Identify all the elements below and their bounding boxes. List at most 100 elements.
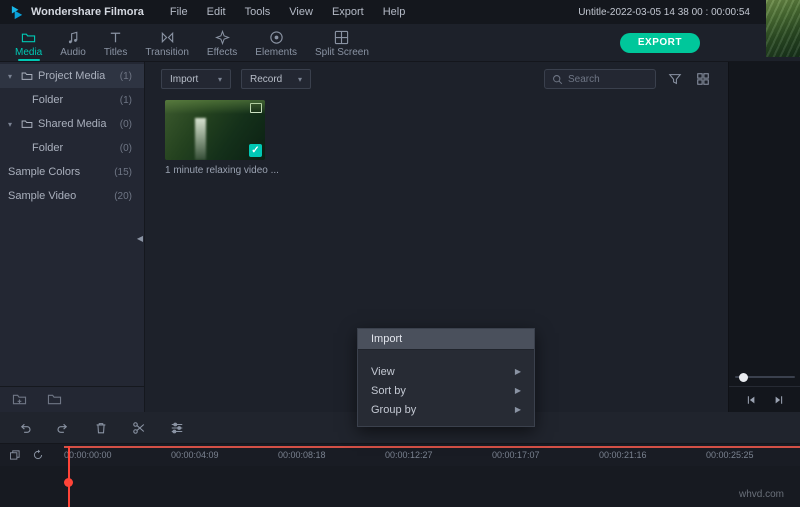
tab-titles[interactable]: Titles	[95, 24, 137, 62]
tab-elements[interactable]: Elements	[246, 24, 306, 62]
chevron-down-icon[interactable]: ▾	[8, 120, 16, 129]
sidebar-list: ▾ Project Media (1) Folder (1) ▾ S	[0, 62, 144, 386]
effects-icon	[215, 30, 230, 45]
titles-icon	[108, 30, 123, 45]
seek-slider-knob[interactable]	[739, 373, 748, 382]
delete-icon[interactable]	[94, 421, 108, 435]
selected-check-icon[interactable]: ✓	[249, 144, 262, 157]
new-folder-icon[interactable]	[12, 393, 27, 406]
filmora-app: Wondershare Filmora File Edit Tools View…	[0, 0, 800, 507]
tab-label: Elements	[255, 47, 297, 58]
playhead-handle[interactable]	[64, 478, 73, 487]
ruler-timestamp: 00:00:12:27	[385, 450, 433, 460]
timeline: 00:00:00:00 00:00:04:09 00:00:08:18 00:0…	[0, 444, 800, 507]
adjust-sliders-icon[interactable]	[170, 421, 184, 435]
chevron-down-icon: ▾	[218, 75, 222, 84]
tab-label: Effects	[207, 47, 237, 58]
import-dropdown-label: Import	[170, 74, 198, 85]
search-input[interactable]	[568, 74, 648, 85]
chevron-down-icon: ▾	[298, 75, 302, 84]
previous-frame-icon[interactable]	[745, 394, 757, 406]
grid-view-icon[interactable]	[694, 70, 712, 88]
delete-folder-icon[interactable]	[47, 393, 62, 406]
media-sidebar: ▾ Project Media (1) Folder (1) ▾ S	[0, 62, 145, 412]
sidebar-item-label: Folder	[32, 142, 63, 154]
sidebar-footer	[0, 386, 144, 412]
chevron-down-icon[interactable]: ▾	[8, 72, 16, 81]
ruler-timestamp: 00:00:04:09	[171, 450, 219, 460]
preview-seek-slider[interactable]	[735, 376, 795, 378]
menu-view[interactable]: View	[289, 6, 313, 18]
sidebar-item-folder-1[interactable]: Folder (1)	[0, 88, 144, 112]
item-count: (15)	[114, 167, 132, 178]
export-button[interactable]: EXPORT	[620, 33, 700, 53]
media-thumbnail[interactable]: ✓	[165, 100, 265, 160]
ruler-timestamp: 00:00:21:16	[599, 450, 647, 460]
record-dropdown[interactable]: Record ▾	[241, 69, 311, 89]
menu-file[interactable]: File	[170, 6, 188, 18]
ruler-timestamp: 00:00:00:00	[64, 450, 112, 460]
context-menu-item-import[interactable]: Import	[358, 329, 534, 350]
tab-label: Transition	[145, 47, 189, 58]
redo-icon[interactable]	[56, 421, 70, 435]
sidebar-item-sample-video[interactable]: Sample Video (20)	[0, 184, 144, 208]
sidebar-item-label: Project Media	[38, 70, 105, 82]
collapse-sidebar-icon[interactable]: ◀	[137, 234, 143, 243]
elements-icon	[269, 30, 284, 45]
sidebar-item-label: Sample Video	[8, 190, 76, 202]
media-type-badge-icon	[250, 103, 262, 113]
playhead[interactable]	[68, 446, 70, 507]
media-item-card[interactable]: ✓ 1 minute relaxing video ...	[165, 100, 269, 176]
titlebar: Wondershare Filmora File Edit Tools View…	[0, 0, 800, 24]
search-box[interactable]	[544, 69, 656, 89]
sync-icon[interactable]	[32, 449, 44, 461]
menu-item-label: Group by	[371, 404, 416, 416]
menu-tools[interactable]: Tools	[245, 6, 271, 18]
context-menu-item-group-by[interactable]: Group by ▶	[358, 400, 534, 419]
item-count: (1)	[120, 71, 132, 82]
ruler-timestamp: 00:00:17:07	[492, 450, 540, 460]
record-dropdown-label: Record	[250, 74, 282, 85]
import-dropdown[interactable]: Import ▾	[161, 69, 231, 89]
filter-icon[interactable]	[666, 70, 684, 88]
sidebar-item-sample-colors[interactable]: Sample Colors (15)	[0, 160, 144, 184]
sidebar-item-shared-media[interactable]: ▾ Shared Media (0)	[0, 112, 144, 136]
main-area: ▾ Project Media (1) Folder (1) ▾ S	[0, 62, 800, 412]
menu-export[interactable]: Export	[332, 6, 364, 18]
tab-transition[interactable]: Transition	[136, 24, 198, 62]
ruler-timestamp: 00:00:08:18	[278, 450, 326, 460]
tab-toolbar: Media Audio Titles Transition	[0, 24, 800, 62]
submenu-arrow-icon: ▶	[515, 367, 521, 376]
tab-split-screen[interactable]: Split Screen	[306, 24, 378, 62]
menu-edit[interactable]: Edit	[207, 6, 226, 18]
tab-label: Titles	[104, 47, 128, 58]
item-count: (1)	[120, 95, 132, 106]
tab-effects[interactable]: Effects	[198, 24, 246, 62]
timeline-track-tools	[0, 444, 64, 466]
library-controls: Import ▾ Record ▾	[145, 62, 728, 96]
context-menu-item-view[interactable]: View ▶	[358, 362, 534, 381]
tab-label: Split Screen	[315, 47, 369, 58]
sidebar-item-label: Shared Media	[38, 118, 107, 130]
split-screen-icon	[334, 30, 349, 45]
context-menu: Import View ▶ Sort by ▶ Group by ▶	[357, 328, 535, 427]
timeline-tracks[interactable]	[0, 466, 800, 507]
context-menu-item-sort-by[interactable]: Sort by ▶	[358, 381, 534, 400]
split-scissors-icon[interactable]	[132, 421, 146, 435]
sidebar-item-label: Folder	[32, 94, 63, 106]
sidebar-item-project-media[interactable]: ▾ Project Media (1)	[0, 64, 144, 88]
undo-icon[interactable]	[18, 421, 32, 435]
filmora-logo-icon	[10, 5, 25, 20]
ruler-timestamp: 00:00:25:25	[706, 450, 754, 460]
sidebar-item-folder-2[interactable]: Folder (0)	[0, 136, 144, 160]
folder-icon	[21, 118, 33, 130]
watermark: whvd.com	[739, 489, 784, 500]
tab-media[interactable]: Media	[6, 24, 51, 62]
preview-panel	[728, 62, 800, 412]
tab-label: Media	[15, 47, 42, 58]
next-frame-icon[interactable]	[773, 394, 785, 406]
copy-icon[interactable]	[9, 449, 21, 461]
submenu-arrow-icon: ▶	[515, 405, 521, 414]
tab-audio[interactable]: Audio	[51, 24, 95, 62]
menu-help[interactable]: Help	[383, 6, 406, 18]
